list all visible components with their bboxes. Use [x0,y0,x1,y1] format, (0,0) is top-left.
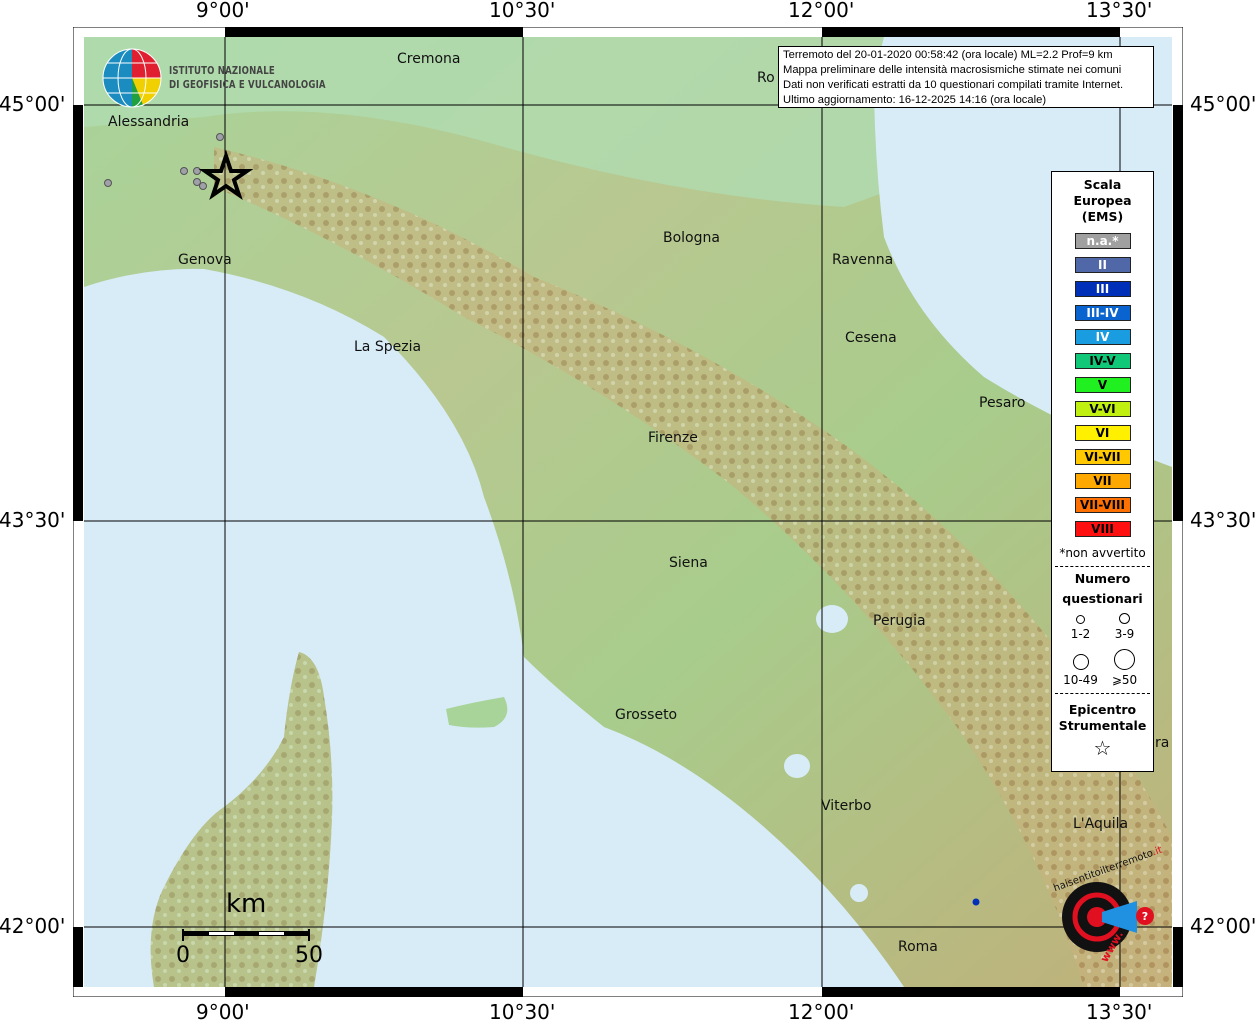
city-label: Perugia [873,613,926,629]
blue-point [972,898,980,906]
intensity-swatch: II [1074,257,1131,273]
ingv-logo-text: ISTITUTO NAZIONALE DI GEOFISICA E VULCAN… [169,64,326,92]
intensity-swatch: III-IV [1074,305,1131,321]
ingv-line2: DI GEOFISICA E VULCANOLOGIA [169,78,326,91]
intensity-swatch: VI [1074,425,1131,441]
intensity-swatch: IV [1074,329,1131,345]
city-label: L'Aquila [1073,816,1129,832]
intensity-swatches: n.a.* II III III-IV IV IV-V V V-VI VI VI-VII VII VI… [1052,233,1153,537]
event-info-line: Terremoto del 20-01-2020 00:58:42 (ora l… [783,49,1113,61]
city-label: Grosseto [615,707,678,723]
intensity-swatch: VIII [1074,521,1131,537]
city-label: Ravenna [832,252,894,268]
questionnaire-point [104,179,112,187]
city-label: Alessandria [108,114,190,130]
legend-divider [1055,566,1150,567]
count-size-50: ⩾50 [1103,649,1147,687]
city-label: Roma [898,939,938,955]
event-info-line: Ultimo aggiornamento: 16-12-2025 14:16 (… [783,94,1047,106]
legend-footnote: *non avvertito [1059,546,1146,560]
questionnaire-point [180,167,188,175]
count-title-line: Numero [1074,571,1131,586]
circle-xlarge-icon [1114,649,1135,670]
intensity-swatch: VII [1074,473,1131,489]
city-label: Viterbo [821,798,872,814]
ingv-line1: ISTITUTO NAZIONALE [169,64,275,77]
lake-bracciano [850,884,868,902]
count-size-10-49: 10-49 [1059,654,1103,687]
tick-top-1: 10°30' [489,0,556,22]
ingv-logo-globe [102,48,162,108]
tick-top-0: 9°00' [196,0,250,22]
tick-bottom-0: 9°00' [196,1000,250,1024]
epicenter-title: Epicentro Strumentale [1052,702,1153,734]
intensity-swatch: III [1074,281,1131,297]
legend: Scala Europea (EMS) n.a.* II III III-IV IV IV… [1051,171,1154,772]
legend-title-line: Scala [1083,177,1122,192]
legend-title: Scala Europea (EMS) [1052,177,1153,225]
intensity-map[interactable]: ? [73,27,1183,997]
legend-divider [1055,693,1150,694]
tick-left-2: 42°00' [0,914,66,938]
scale-bar-end: 50 [295,943,323,968]
intensity-swatch: V-VI [1074,401,1131,417]
legend-title-line: (EMS) [1081,209,1124,224]
intensity-swatch: IV-V [1074,353,1131,369]
star-outline-icon: ☆ [1093,736,1112,760]
count-label: ⩾50 [1111,673,1138,687]
tick-right-0: 45°00' [1190,92,1255,116]
scale-bar-unit: km [226,889,267,919]
tick-left-1: 43°30' [0,508,66,532]
intensity-swatch: V [1074,377,1131,393]
epicenter-title-line: Epicentro [1068,702,1137,717]
event-info-box: Terremoto del 20-01-2020 00:58:42 (ora l… [778,46,1154,108]
questionnaire-point [199,182,207,190]
circle-large-icon [1072,654,1089,670]
tick-top-3: 13°30' [1086,0,1153,22]
count-title: Numero questionari [1052,569,1153,609]
tick-top-2: 12°00' [788,0,855,22]
count-label: 10-49 [1063,673,1098,687]
epicenter-title-line: Strumentale [1058,718,1147,733]
count-label: 1-2 [1070,627,1091,641]
city-label: La Spezia [354,339,422,355]
tick-bottom-2: 12°00' [788,1000,855,1024]
city-label: Cremona [397,51,461,67]
city-label: Genova [178,252,232,268]
event-info-line: Mappa preliminare delle intensità macros… [783,64,1122,76]
circle-small-icon [1076,615,1085,624]
scale-bar-start: 0 [176,943,190,968]
lake-trasimeno [816,605,848,633]
city-label: Bologna [663,230,720,246]
intensity-swatch: n.a.* [1074,233,1131,249]
tick-right-1: 43°30' [1190,508,1255,532]
city-label: Firenze [648,430,698,446]
count-size-3-9: 3-9 [1103,613,1147,641]
svg-text:?: ? [1142,910,1148,923]
circle-medium-icon [1119,613,1130,624]
tick-right-2: 42°00' [1190,914,1255,938]
count-size-1-2: 1-2 [1059,613,1103,641]
city-label: ra [1155,735,1170,751]
intensity-swatch: VII-VIII [1074,497,1131,513]
questionnaire-point [193,167,201,175]
city-label: Pesaro [979,395,1026,411]
questionnaire-point [216,133,224,141]
tick-bottom-3: 13°30' [1086,1000,1153,1024]
lake-bolsena [784,754,810,778]
city-label: Ro [757,70,775,86]
legend-title-line: Europea [1073,193,1132,208]
count-title-line: questionari [1062,591,1143,606]
city-label: Siena [669,555,708,571]
intensity-swatch: VI-VII [1074,449,1131,465]
tick-left-0: 45°00' [0,92,66,116]
count-label: 3-9 [1114,627,1135,641]
event-info-line: Dati non verificati estratti da 10 quest… [783,79,1124,91]
tick-bottom-1: 10°30' [489,1000,556,1024]
city-label: Cesena [845,330,897,346]
